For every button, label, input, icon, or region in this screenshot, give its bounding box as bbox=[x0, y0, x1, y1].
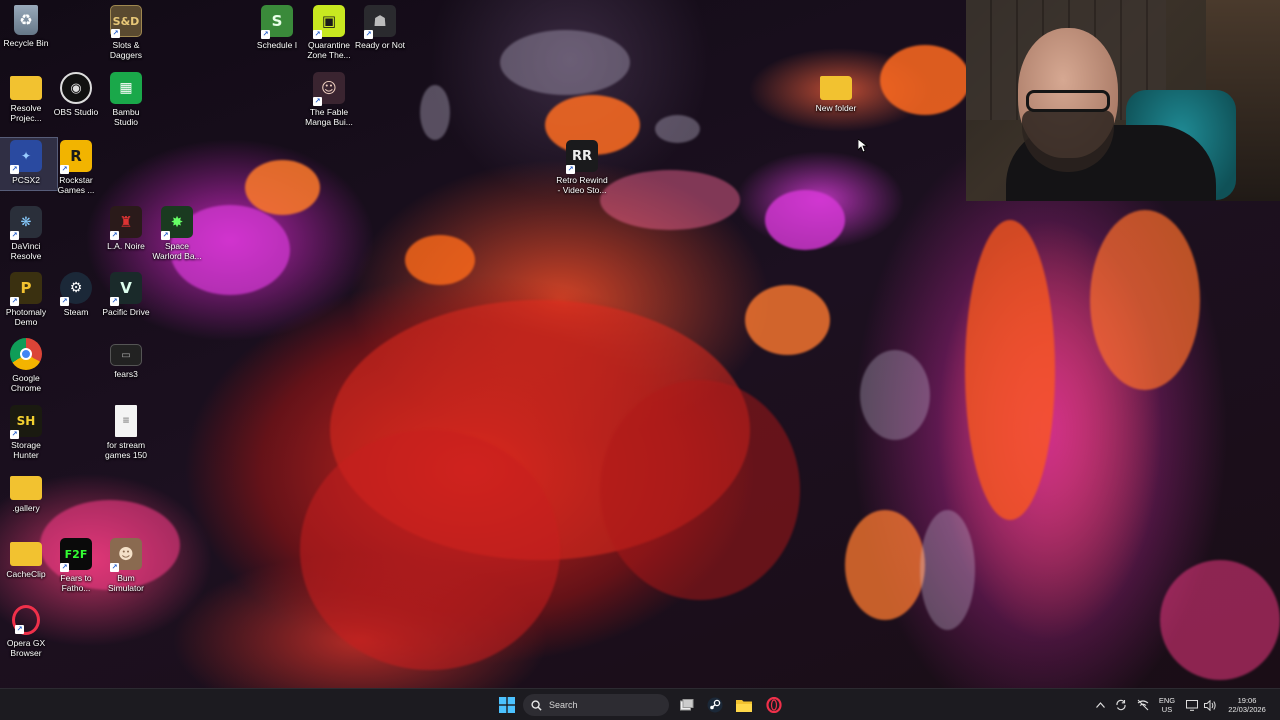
opera-gx-icon: ↗ bbox=[12, 605, 40, 635]
davinci-icon: ❋ ↗ bbox=[10, 206, 42, 240]
la-noire-icon: ♜ ↗ bbox=[110, 206, 142, 240]
language-indicator[interactable]: ENG US bbox=[1155, 696, 1179, 714]
show-hidden-icons-button[interactable] bbox=[1093, 693, 1107, 717]
chrome-icon bbox=[10, 338, 42, 370]
pacific-drive-icon: V ↗ bbox=[110, 272, 142, 306]
taskbar-file-explorer-button[interactable] bbox=[734, 693, 754, 717]
obs-icon: ◉ bbox=[60, 72, 92, 104]
folder-icon bbox=[820, 76, 852, 100]
search-label: Search bbox=[549, 700, 578, 710]
network-disconnected-icon bbox=[1137, 699, 1149, 711]
start-button[interactable] bbox=[496, 693, 518, 717]
clock-time: 19:06 bbox=[1237, 696, 1257, 705]
desktop-icon-fable-manga[interactable]: ☺ ↗ The Fable Manga Bui... bbox=[297, 72, 361, 134]
sync-icon bbox=[1116, 699, 1126, 711]
quarantine-zone-icon: ▣ ↗ bbox=[313, 5, 345, 39]
speaker-icon bbox=[1203, 699, 1216, 711]
desktop-icon-fears3[interactable]: ▭ fears3 bbox=[94, 338, 158, 400]
desktop-icon-stream-games[interactable]: ≡ for stream games 150 bbox=[94, 405, 158, 467]
retro-rewind-icon: RR ↗ bbox=[566, 140, 598, 174]
folder-icon bbox=[10, 542, 42, 566]
taskbar-search-box[interactable]: Search bbox=[523, 694, 669, 716]
opera-gx-icon bbox=[766, 697, 782, 713]
desktop-icon-bambu-studio[interactable]: ▦ Bambu Studio bbox=[94, 72, 158, 134]
schedule-i-icon: S ↗ bbox=[261, 5, 293, 39]
desktop-icon-bum-simulator[interactable]: ☻ ↗ Bum Simulator bbox=[94, 538, 158, 600]
language-code: ENG bbox=[1158, 696, 1176, 705]
mouse-cursor-icon bbox=[858, 139, 868, 153]
steam-icon bbox=[707, 697, 723, 713]
film-icon: ▭ bbox=[110, 344, 142, 366]
desktop-icon-rockstar[interactable]: R ↗ Rockstar Games ... bbox=[44, 140, 108, 202]
keyboard-layout: US bbox=[1161, 705, 1173, 714]
task-view-button[interactable] bbox=[677, 693, 697, 717]
desktop-icon-new-folder[interactable]: New folder bbox=[804, 72, 868, 134]
ready-or-not-icon: ☗ ↗ bbox=[364, 5, 396, 39]
start-icon bbox=[499, 697, 515, 713]
taskbar-steam-button[interactable] bbox=[705, 693, 725, 717]
desktop-icon-pacific-drive[interactable]: V ↗ Pacific Drive bbox=[94, 272, 158, 334]
tray-network-button[interactable] bbox=[1135, 693, 1151, 717]
search-icon bbox=[531, 699, 542, 711]
file-explorer-icon bbox=[736, 700, 752, 712]
folder-icon bbox=[10, 476, 42, 500]
desktop-icon-space-warlord[interactable]: ✸ ↗ Space Warlord Ba... bbox=[145, 206, 209, 268]
desktop-icon-opera-gx[interactable]: ↗ Opera GX Browser bbox=[0, 605, 58, 667]
steam-icon: ⚙ ↗ bbox=[60, 272, 92, 306]
desktop-icon-slots-daggers[interactable]: S&D ↗ Slots & Daggers bbox=[94, 5, 158, 67]
f2f-icon: F2F ↗ bbox=[60, 538, 92, 572]
tray-display-button[interactable] bbox=[1184, 693, 1200, 717]
tray-volume-button[interactable] bbox=[1202, 693, 1218, 717]
clock-date: 22/03/2026 bbox=[1228, 705, 1266, 714]
recycle-bin-icon: ♻ bbox=[14, 5, 38, 35]
monitor-icon bbox=[1186, 699, 1198, 711]
desktop-icon-retro-rewind[interactable]: RR ↗ Retro Rewind - Video Sto... bbox=[550, 140, 614, 202]
storage-hunter-icon: SH ↗ bbox=[10, 405, 42, 439]
bum-simulator-icon: ☻ ↗ bbox=[110, 538, 142, 572]
tray-sync-button[interactable] bbox=[1113, 693, 1129, 717]
desktop-icon-davinci[interactable]: ❋ ↗ DaVinci Resolve bbox=[0, 206, 58, 268]
slots-daggers-icon: S&D ↗ bbox=[110, 5, 142, 38]
pcsx2-icon: ✦ ↗ bbox=[10, 140, 42, 174]
bambu-icon: ▦ bbox=[110, 72, 142, 104]
taskbar-opera-gx-button[interactable] bbox=[764, 693, 784, 717]
photomaly-icon: P ↗ bbox=[10, 272, 42, 306]
rockstar-icon: R ↗ bbox=[60, 140, 92, 174]
desktop-icon-chrome[interactable]: Google Chrome bbox=[0, 338, 58, 400]
taskbar: Search ENG US 19:06 22/03/2026 bbox=[0, 688, 1280, 720]
desktop-icon-recycle-bin[interactable]: ♻ Recycle Bin bbox=[0, 5, 58, 67]
desktop-icon-storage-hunter[interactable]: SH ↗ Storage Hunter bbox=[0, 405, 58, 467]
desktop-icon-ready-or-not[interactable]: ☗ ↗ Ready or Not bbox=[348, 5, 412, 67]
chevron-up-icon bbox=[1095, 702, 1105, 708]
desktop-icon-gallery[interactable]: .gallery bbox=[0, 472, 58, 534]
task-view-icon bbox=[680, 699, 694, 711]
folder-icon bbox=[10, 76, 42, 100]
fable-icon: ☺ ↗ bbox=[313, 72, 345, 106]
tray-clock[interactable]: 19:06 22/03/2026 bbox=[1222, 696, 1272, 714]
webcam-overlay bbox=[966, 0, 1280, 201]
text-file-icon: ≡ bbox=[115, 405, 137, 437]
space-warlord-icon: ✸ ↗ bbox=[161, 206, 193, 240]
